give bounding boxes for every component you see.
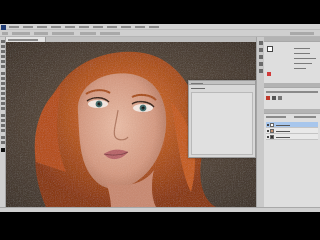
path-select-icon[interactable] <box>1 124 5 127</box>
color-readout <box>294 48 310 49</box>
adjustment-icon[interactable] <box>266 96 270 100</box>
brush-tool-icon[interactable] <box>1 77 5 80</box>
menu-help[interactable] <box>149 26 159 28</box>
workspace-switcher[interactable] <box>290 32 314 35</box>
dialog-title <box>191 82 203 84</box>
dodge-tool-icon[interactable] <box>1 107 5 110</box>
options-bar <box>0 30 320 37</box>
healing-brush-icon[interactable] <box>1 72 5 75</box>
menu-type[interactable] <box>65 26 75 28</box>
menu-file[interactable] <box>9 26 19 28</box>
layer-name <box>276 136 290 138</box>
eye-icon[interactable] <box>266 130 269 132</box>
menu-layer[interactable] <box>51 26 61 28</box>
gradient-tool-icon[interactable] <box>1 97 5 100</box>
hand-tool-icon[interactable] <box>1 136 5 139</box>
color-readout <box>294 58 316 59</box>
dialog-content <box>191 92 253 155</box>
layer-row[interactable] <box>266 134 318 140</box>
option-control[interactable] <box>100 32 120 35</box>
properties-panel-icon[interactable] <box>259 48 263 52</box>
eyedropper-icon[interactable] <box>1 65 5 68</box>
option-control[interactable] <box>80 32 96 35</box>
adjustment-icon[interactable] <box>278 96 282 100</box>
zoom-tool-icon[interactable] <box>1 141 5 144</box>
dialog-title-bar[interactable] <box>189 81 255 85</box>
layer-name <box>276 124 290 126</box>
adjustments-panel <box>264 87 320 109</box>
dialog-label <box>191 88 205 89</box>
clone-stamp-icon[interactable] <box>1 82 5 85</box>
menu-edit[interactable] <box>23 26 33 28</box>
letterbox-bottom <box>0 212 320 240</box>
eye-icon[interactable] <box>266 124 269 126</box>
option-control[interactable] <box>34 32 48 35</box>
screen <box>0 0 320 240</box>
foreground-swatch[interactable] <box>267 46 273 52</box>
paragraph-panel-icon[interactable] <box>259 69 263 73</box>
menu-view[interactable] <box>121 26 131 28</box>
history-panel-icon[interactable] <box>259 41 263 45</box>
option-control[interactable] <box>12 32 30 35</box>
character-panel-icon[interactable] <box>259 62 263 66</box>
photoshop-logo-icon <box>1 24 6 30</box>
history-brush-icon[interactable] <box>1 87 5 90</box>
menu-select[interactable] <box>79 26 89 28</box>
blur-tool-icon[interactable] <box>1 102 5 105</box>
lasso-tool-icon[interactable] <box>1 50 5 53</box>
tool-preset-picker[interactable] <box>2 32 8 35</box>
menu-window[interactable] <box>135 26 145 28</box>
pen-tool-icon[interactable] <box>1 114 5 117</box>
right-panels <box>264 37 320 207</box>
foreground-color-icon[interactable] <box>1 148 5 152</box>
document-tab-label <box>8 38 38 41</box>
layer-thumbnail <box>270 135 274 139</box>
marquee-tool-icon[interactable] <box>1 45 5 48</box>
move-tool-icon[interactable] <box>1 40 5 43</box>
option-control[interactable] <box>52 32 74 35</box>
eraser-icon[interactable] <box>1 92 5 95</box>
menu-filter[interactable] <box>93 26 103 28</box>
color-readout <box>294 63 312 64</box>
color-readout <box>294 53 310 54</box>
layers-panel <box>264 113 320 207</box>
adjustment-row <box>266 91 318 93</box>
type-tool-icon[interactable] <box>1 119 5 122</box>
panel-dock-strip <box>256 37 264 207</box>
menu-3d[interactable] <box>107 26 117 28</box>
quick-select-icon[interactable] <box>1 55 5 58</box>
layer-name <box>276 130 290 132</box>
adjustment-icon[interactable] <box>272 96 276 100</box>
menu-image[interactable] <box>37 26 47 28</box>
color-panel <box>264 41 320 83</box>
layer-thumbnail <box>270 129 274 133</box>
layer-thumbnail <box>270 123 274 127</box>
adjustment-icon[interactable] <box>267 72 271 76</box>
floating-dialog[interactable] <box>188 80 256 158</box>
brush-panel-icon[interactable] <box>259 55 263 59</box>
eye-icon[interactable] <box>266 136 269 138</box>
shape-tool-icon[interactable] <box>1 129 5 132</box>
menu-items <box>9 25 159 28</box>
opacity-field[interactable] <box>294 116 316 118</box>
crop-tool-icon[interactable] <box>1 60 5 63</box>
color-readout <box>294 68 306 69</box>
blend-mode-select[interactable] <box>266 116 286 118</box>
